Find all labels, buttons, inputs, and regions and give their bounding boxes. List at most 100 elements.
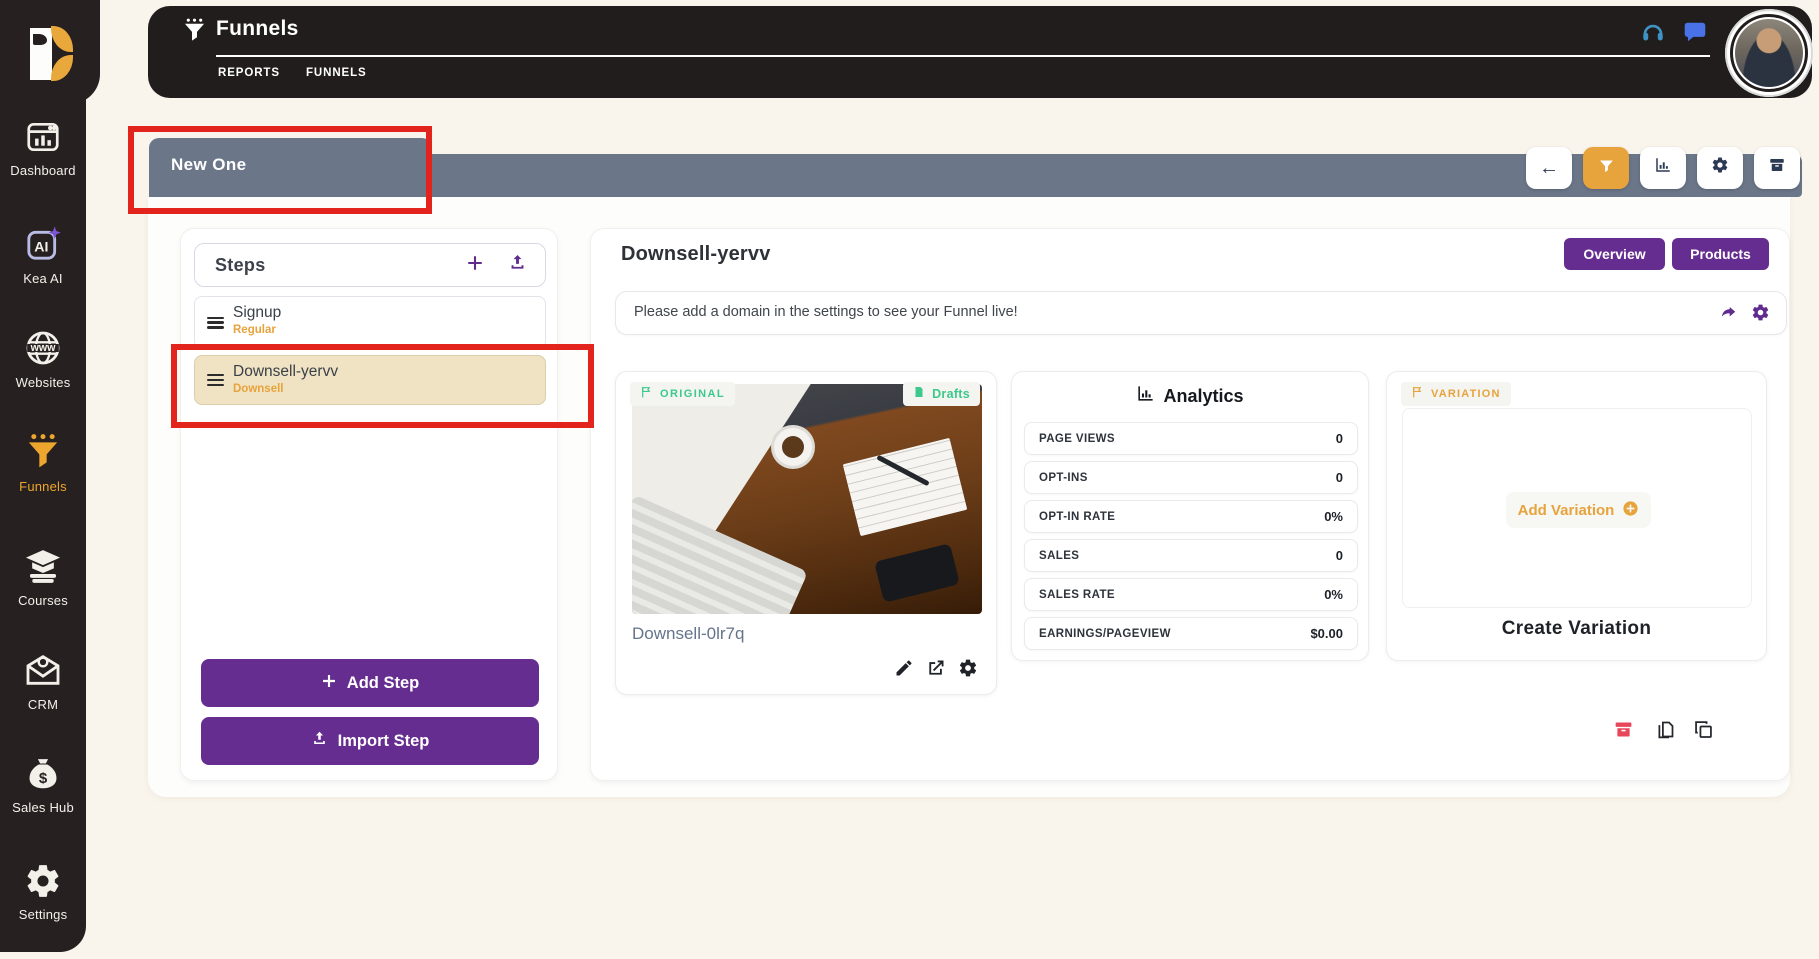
analytics-row-sales-rate: SALES RATE0%: [1024, 578, 1358, 611]
variation-dropzone: Add Variation: [1402, 408, 1752, 608]
crm-envelope-icon: [23, 650, 63, 690]
drafts-status-badge: Drafts: [903, 382, 980, 406]
delete-archive-icon[interactable]: [1613, 719, 1634, 745]
sidebar-item-sales-hub[interactable]: $ Sales Hub: [0, 755, 86, 841]
copy-file-icon[interactable]: [1655, 719, 1676, 745]
flag-icon: [1411, 385, 1424, 404]
arrow-left-icon: ←: [1539, 157, 1559, 180]
sidebar-item-crm[interactable]: CRM: [0, 650, 86, 736]
settings-button[interactable]: [1697, 147, 1743, 189]
step-type: Regular: [233, 324, 276, 336]
funnel-icon: [23, 432, 63, 472]
tab-reports[interactable]: REPORTS: [218, 67, 280, 79]
create-variation-caption: Create Variation: [1387, 618, 1766, 640]
support-headphones-icon[interactable]: [1640, 19, 1666, 50]
sidebar-item-label: CRM: [28, 697, 58, 712]
step-type: Downsell: [233, 383, 283, 395]
duplicate-icon[interactable]: [1693, 719, 1714, 745]
page-thumbnail-image[interactable]: [632, 384, 982, 614]
ai-icon: AI: [23, 224, 63, 264]
analytics-row-opt-ins: OPT-INS0: [1024, 461, 1358, 494]
plus-circle-icon: [1622, 500, 1639, 521]
gear-icon[interactable]: [958, 658, 978, 683]
analytics-button[interactable]: [1640, 147, 1686, 189]
filter-funnel-button[interactable]: [1583, 147, 1629, 189]
gear-icon: [24, 862, 62, 900]
chat-bubble-icon[interactable]: [1682, 19, 1708, 50]
step-detail-title: Downsell-yervv: [621, 243, 771, 266]
upload-icon: [311, 730, 328, 752]
variation-badge: VARIATION: [1401, 382, 1511, 406]
gear-icon: [1711, 156, 1729, 180]
external-link-icon[interactable]: [926, 658, 946, 683]
gear-icon[interactable]: [1751, 303, 1770, 327]
page-header: Funnels REPORTS FUNNELS: [148, 6, 1812, 98]
add-step-button[interactable]: Add Step: [201, 659, 539, 707]
funnel-icon: [1598, 157, 1615, 180]
step-name: Signup: [233, 304, 281, 322]
import-step-button[interactable]: Import Step: [201, 717, 539, 765]
analytics-row-sales: SALES0: [1024, 539, 1358, 572]
avatar-photo: [1735, 19, 1803, 87]
drag-handle-icon[interactable]: [207, 317, 224, 329]
step-name: Downsell-yervv: [233, 363, 338, 381]
back-button[interactable]: ←: [1526, 147, 1572, 189]
sidebar-item-courses[interactable]: Courses: [0, 546, 86, 632]
analytics-row-opt-in-rate: OPT-IN RATE0%: [1024, 500, 1358, 533]
analytics-row-earnings: EARNINGS/PAGEVIEW$0.00: [1024, 617, 1358, 650]
sidebar-item-funnels[interactable]: Funnels: [0, 432, 86, 518]
svg-text:AI: AI: [34, 240, 48, 256]
step-item-downsell-selected[interactable]: Downsell-yervv Downsell: [194, 355, 546, 405]
sidebar-item-label: Courses: [18, 593, 68, 608]
funnel-icon: [181, 17, 208, 49]
sidebar-item-label: Kea AI: [23, 271, 63, 286]
svg-text:www: www: [30, 342, 57, 354]
import-step-label: Import Step: [338, 732, 430, 751]
sidebar-item-dashboard[interactable]: Dashboard: [0, 118, 86, 204]
header-divider: [216, 55, 1710, 57]
app-logo[interactable]: [0, 0, 100, 104]
funnel-step-detail-panel: Downsell-yervv Overview Products Please …: [590, 228, 1790, 781]
archive-button[interactable]: [1754, 147, 1800, 189]
variation-card: VARIATION Add Variation Create Variation: [1386, 371, 1767, 661]
tab-funnels[interactable]: FUNNELS: [306, 67, 367, 79]
sidebar-item-kea-ai[interactable]: AI Kea AI: [0, 224, 86, 310]
overview-button[interactable]: Overview: [1564, 238, 1665, 270]
globe-www-icon: www: [23, 328, 63, 368]
import-step-icon-button[interactable]: [508, 253, 527, 277]
original-badge: ORIGINAL: [630, 382, 735, 406]
bar-chart-icon: [1654, 156, 1672, 180]
analytics-title: Analytics: [1012, 384, 1368, 408]
sidebar-item-label: Websites: [16, 375, 71, 390]
money-bag-icon: $: [24, 755, 62, 793]
steps-header: Steps: [194, 243, 546, 287]
add-variation-button[interactable]: Add Variation: [1506, 492, 1651, 528]
bar-chart-icon: [1136, 384, 1155, 408]
add-step-icon-button[interactable]: [466, 254, 484, 277]
edit-pencil-icon[interactable]: [894, 658, 914, 683]
products-button[interactable]: Products: [1672, 238, 1769, 270]
sidebar-item-label: Sales Hub: [12, 800, 74, 815]
sidebar-item-settings[interactable]: Settings: [0, 862, 86, 948]
file-icon: [913, 385, 925, 404]
share-icon[interactable]: [1719, 303, 1738, 327]
svg-text:$: $: [39, 770, 48, 787]
analytics-card: Analytics PAGE VIEWS0 OPT-INS0 OPT-IN RA…: [1011, 371, 1369, 661]
sidebar-item-label: Dashboard: [10, 163, 75, 178]
alert-message: Please add a domain in the settings to s…: [634, 304, 1018, 320]
user-avatar[interactable]: [1725, 9, 1813, 97]
drag-handle-icon[interactable]: [207, 374, 224, 386]
upload-icon: [508, 253, 527, 277]
dashboard-icon: [24, 118, 62, 156]
steps-title: Steps: [215, 255, 266, 276]
kea-logo-icon: [30, 26, 76, 82]
funnel-name: New One: [171, 155, 247, 175]
add-step-label: Add Step: [347, 674, 419, 693]
app-root: Dashboard AI Kea AI www Websites Funnels…: [0, 0, 1819, 959]
step-item-signup[interactable]: Signup Regular: [194, 296, 546, 349]
page-title: Funnels: [216, 17, 299, 41]
page-name-link[interactable]: Downsell-0lr7q: [632, 624, 744, 644]
funnel-name-tab[interactable]: New One: [149, 138, 432, 197]
sidebar-item-websites[interactable]: www Websites: [0, 328, 86, 414]
graduation-cap-icon: [23, 546, 63, 586]
